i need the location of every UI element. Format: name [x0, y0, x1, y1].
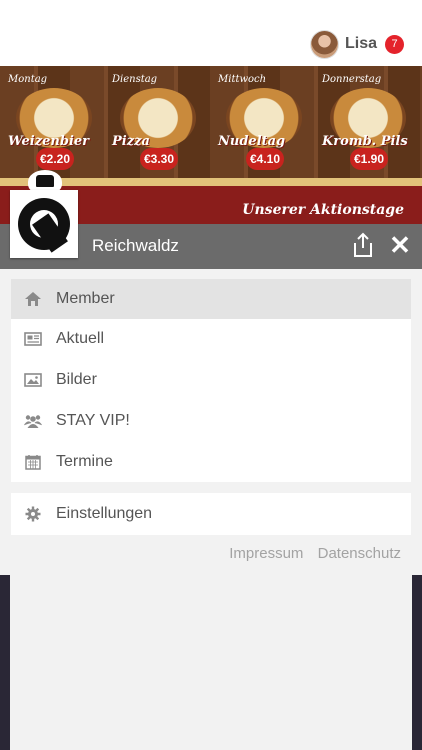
promo-day-name: Montag	[8, 74, 48, 85]
promo-day-name: Mittwoch	[218, 74, 267, 85]
menu-item-bilder[interactable]: Bilder	[11, 360, 411, 400]
user-name[interactable]: Lisa	[345, 35, 377, 53]
background-strip-left	[0, 575, 10, 750]
menu-item-label: Termine	[56, 453, 113, 470]
share-icon[interactable]	[352, 232, 374, 258]
menu-item-einstellungen[interactable]: Einstellungen	[11, 494, 411, 534]
app-title: Reichwaldz	[92, 236, 179, 255]
notification-badge[interactable]: 7	[385, 34, 404, 54]
home-icon	[25, 292, 41, 306]
promo-day-name: Dienstag	[112, 74, 158, 85]
content-panel	[0, 575, 422, 750]
banner-slogan: Unserer Aktionstage	[242, 202, 404, 218]
promo-dish: Weizenbier	[8, 134, 90, 149]
gear-icon	[25, 506, 41, 522]
promo-price: €4.10	[246, 148, 284, 170]
menu-item-aktuell[interactable]: Aktuell	[11, 319, 411, 359]
user-menu[interactable]: Lisa 7	[310, 30, 404, 58]
menu-group-settings: Einstellungen	[11, 493, 411, 535]
promo-price: €2.20	[36, 148, 74, 170]
menu-item-label: STAY VIP!	[56, 412, 130, 429]
menu-item-label: Member	[56, 290, 115, 307]
avatar[interactable]	[310, 30, 338, 58]
menu-item-label: Bilder	[56, 371, 97, 388]
background-strip-right	[412, 575, 422, 750]
promo-dish: Kromb. Pils	[322, 134, 408, 149]
promo-price: €3.30	[140, 148, 178, 170]
calendar-icon	[25, 455, 41, 470]
menu-item-stay-vip[interactable]: STAY VIP!	[11, 401, 411, 441]
menu-group: Member Aktuell Bilder STAY VIP! Termine	[11, 279, 411, 482]
top-bar: Lisa 7	[0, 0, 422, 66]
datenschutz-link[interactable]: Datenschutz	[318, 545, 401, 562]
menu-item-label: Aktuell	[56, 330, 105, 347]
close-icon[interactable]: ✕	[388, 232, 412, 258]
promo-price: €1.90	[350, 148, 388, 170]
promo-dish: Nudeltag	[218, 134, 286, 149]
users-icon	[24, 415, 42, 428]
promo-day: Dienstag Pizza €3.30	[112, 74, 204, 174]
menu-item-termine[interactable]: Termine	[11, 442, 411, 482]
newspaper-icon	[24, 332, 42, 346]
image-icon	[24, 373, 42, 387]
promo-day: Donnerstag Kromb. Pils €1.90	[322, 74, 414, 174]
promo-day: Montag Weizenbier €2.20	[8, 74, 100, 174]
side-menu: Member Aktuell Bilder STAY VIP! Termine …	[0, 269, 422, 575]
promo-dish: Pizza	[112, 134, 150, 149]
impressum-link[interactable]: Impressum	[229, 545, 303, 562]
menu-item-member[interactable]: Member	[11, 279, 411, 319]
menu-item-label: Einstellungen	[56, 505, 153, 522]
promo-day-name: Donnerstag	[322, 74, 382, 85]
app-logo	[10, 190, 78, 258]
promo-day: Mittwoch Nudeltag €4.10	[218, 74, 310, 174]
footer-links: Impressum Datenschutz	[219, 545, 401, 562]
